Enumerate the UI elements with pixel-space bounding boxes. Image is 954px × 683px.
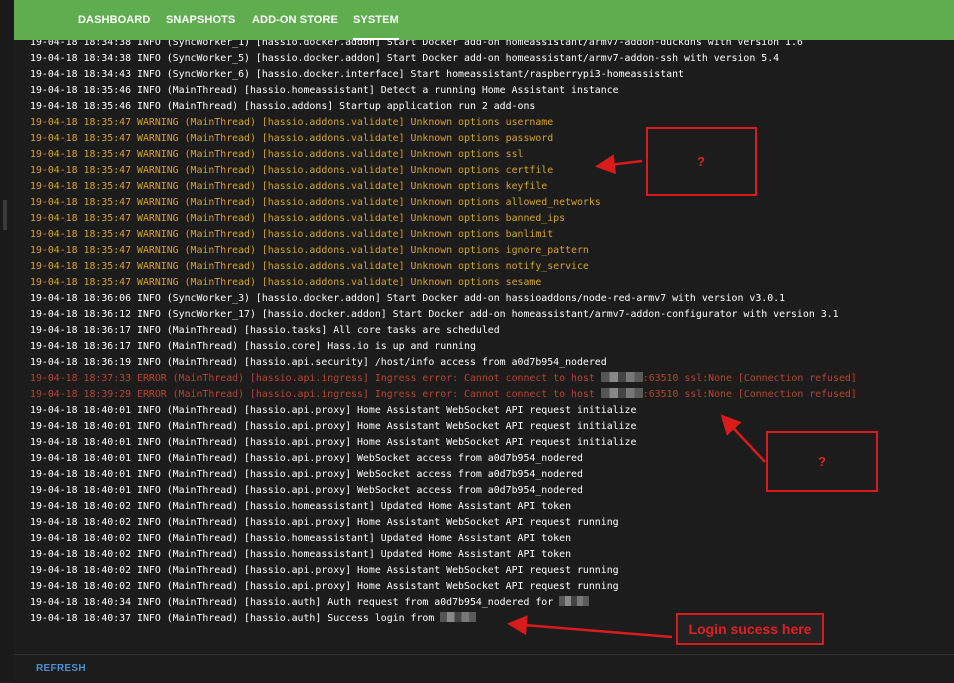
arrow-to-warnings (595, 154, 643, 175)
arrow-to-login (507, 615, 673, 639)
annotation-arrows (507, 154, 766, 639)
arrow-to-errors (720, 414, 766, 463)
